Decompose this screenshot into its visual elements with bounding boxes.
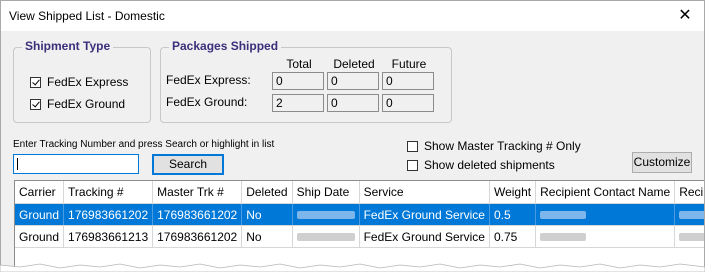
shipments-grid[interactable]: Carrier Tracking # Master Trk # Deleted …: [14, 180, 704, 271]
fedex-express-count-label: FedEx Express:: [166, 73, 251, 87]
cell-recipient-contact-redacted: [535, 203, 676, 226]
table-row[interactable]: Ground 176983661202 176983661202 No FedE…: [15, 203, 704, 226]
packages-shipped-group: Packages Shipped Total Deleted Future Fe…: [160, 39, 452, 123]
column-header-recipient-company[interactable]: Recipient Co: [674, 181, 704, 204]
cell-master-trk: 176983661202: [152, 203, 243, 226]
ground-future-field: 0: [382, 94, 434, 112]
cell-deleted: No: [241, 225, 293, 248]
fedex-ground-checkbox-row[interactable]: FedEx Ground: [30, 97, 125, 111]
cell-ship-date-redacted: [292, 225, 360, 248]
cell-master-trk: 176983661202: [152, 225, 243, 248]
express-deleted-field: 0: [327, 72, 379, 90]
shipments-table: Carrier Tracking # Master Trk # Deleted …: [15, 181, 704, 248]
cell-recipient-contact-redacted: [535, 225, 676, 248]
redacted-recipient-company: [679, 233, 704, 242]
redacted-ship-date: [296, 211, 355, 220]
torn-edge: [0, 263, 705, 272]
text-caret: [17, 158, 18, 170]
show-deleted-checkbox-row[interactable]: Show deleted shipments: [407, 158, 555, 172]
redacted-recipient-contact: [540, 233, 587, 242]
fedex-ground-label: FedEx Ground: [47, 97, 126, 111]
cell-service: FedEx Ground Service: [359, 203, 490, 226]
search-hint: Enter Tracking Number and press Search o…: [13, 139, 275, 150]
cell-carrier: Ground: [15, 203, 65, 226]
total-header: Total: [286, 57, 312, 71]
column-header-tracking[interactable]: Tracking #: [63, 181, 154, 204]
cell-tracking: 176983661213: [63, 225, 154, 248]
packages-shipped-legend: Packages Shipped: [169, 39, 282, 53]
cell-service: FedEx Ground Service: [359, 225, 490, 248]
dialog-window: View Shipped List - Domestic ✕ Shipment …: [0, 0, 705, 272]
redacted-recipient-company: [679, 211, 704, 220]
redacted-recipient-contact: [540, 211, 587, 220]
column-header-service[interactable]: Service: [359, 181, 490, 204]
column-header-carrier[interactable]: Carrier: [15, 181, 65, 204]
redacted-ship-date: [296, 233, 355, 242]
fedex-express-checkbox[interactable]: [30, 76, 41, 88]
shipment-type-group: Shipment Type FedEx Express FedEx Ground: [13, 39, 151, 123]
window-title: View Shipped List - Domestic: [9, 9, 165, 23]
tracking-number-input[interactable]: [13, 154, 139, 174]
fedex-express-checkbox-row[interactable]: FedEx Express: [30, 75, 128, 89]
cell-carrier: Ground: [15, 225, 65, 248]
cell-deleted: No: [241, 203, 293, 226]
table-row[interactable]: Ground 176983661213 176983661202 No FedE…: [15, 225, 704, 248]
fedex-ground-checkbox[interactable]: [30, 98, 41, 110]
express-future-field: 0: [382, 72, 434, 90]
column-header-weight[interactable]: Weight: [489, 181, 537, 204]
shipment-type-legend: Shipment Type: [22, 39, 114, 53]
cell-recipient-company-redacted: [674, 225, 704, 248]
title-bar: View Shipped List - Domestic ✕: [1, 1, 704, 31]
cell-weight: 0.75: [489, 225, 537, 248]
show-master-checkbox[interactable]: [407, 140, 418, 152]
cell-tracking: 176983661202: [63, 203, 154, 226]
column-header-recipient-contact[interactable]: Recipient Contact Name: [535, 181, 676, 204]
deleted-header: Deleted: [333, 57, 375, 71]
future-header: Future: [391, 57, 427, 71]
cell-ship-date-redacted: [292, 203, 360, 226]
ground-total-field: 2: [272, 94, 324, 112]
cell-recipient-company-redacted: [674, 203, 704, 226]
show-deleted-checkbox[interactable]: [407, 159, 418, 171]
fedex-express-label: FedEx Express: [47, 75, 129, 89]
show-master-checkbox-row[interactable]: Show Master Tracking # Only: [407, 139, 581, 153]
fedex-ground-count-label: FedEx Ground:: [166, 95, 248, 109]
grid-header-row: Carrier Tracking # Master Trk # Deleted …: [15, 181, 704, 204]
column-header-master-trk[interactable]: Master Trk #: [152, 181, 243, 204]
search-button[interactable]: Search: [152, 154, 224, 175]
close-icon[interactable]: ✕: [674, 5, 696, 27]
customize-button[interactable]: Customize: [632, 152, 692, 173]
cell-weight: 0.5: [489, 203, 537, 226]
ground-deleted-field: 0: [327, 94, 379, 112]
show-master-label: Show Master Tracking # Only: [424, 139, 581, 153]
column-header-deleted[interactable]: Deleted: [241, 181, 293, 204]
column-header-ship-date[interactable]: Ship Date: [292, 181, 360, 204]
express-total-field: 0: [272, 72, 324, 90]
show-deleted-label: Show deleted shipments: [424, 158, 555, 172]
